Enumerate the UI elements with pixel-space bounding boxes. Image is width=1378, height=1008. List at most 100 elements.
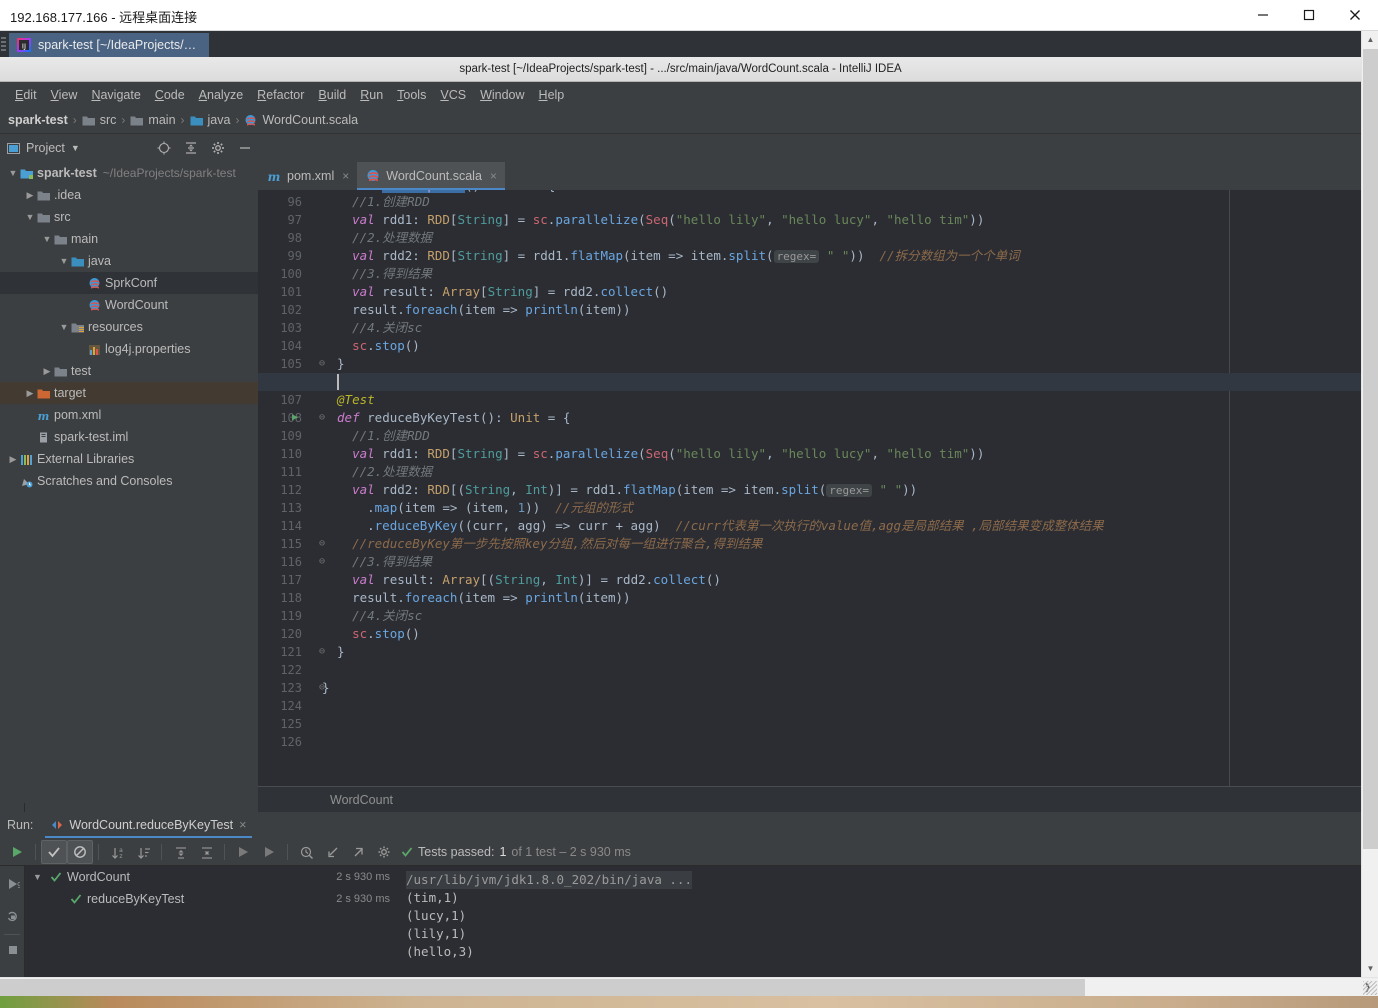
breadcrumb-java[interactable]: java: [186, 111, 235, 129]
sort-by-duration-button[interactable]: [130, 840, 156, 864]
scroll-up-arrow[interactable]: ▲: [1362, 31, 1378, 48]
line-number[interactable]: 116: [258, 553, 302, 571]
line-number[interactable]: 114: [258, 517, 302, 535]
code-line-104[interactable]: sc.stop(): [352, 337, 420, 355]
editor-tab-pom-xml[interactable]: m pom.xml ×: [258, 162, 357, 190]
code-line-117[interactable]: val result: Array[(String, Int)] = rdd2.…: [352, 571, 721, 589]
code-line-96[interactable]: //1.创建RDD: [352, 193, 430, 211]
vertical-scrollbar-thumb[interactable]: [1363, 49, 1378, 849]
code-line-107[interactable]: @Test: [337, 391, 375, 409]
twisty-collapsed-icon[interactable]: ▶: [40, 366, 54, 377]
tree-item-scratches-and-consoles[interactable]: Scratches and Consoles: [0, 470, 258, 492]
track-running-test-button[interactable]: [293, 840, 319, 864]
menu-navigate[interactable]: Navigate: [84, 85, 147, 105]
menu-analyze[interactable]: Analyze: [192, 85, 250, 105]
line-number[interactable]: 107: [258, 391, 302, 409]
code-line-110[interactable]: val rdd1: RDD[String] = sc.parallelize(S…: [352, 445, 984, 463]
rerun-icon[interactable]: 9: [3, 874, 23, 894]
twisty-expanded-icon[interactable]: ▼: [23, 212, 37, 222]
line-number[interactable]: 117: [258, 571, 302, 589]
menu-code[interactable]: Code: [148, 85, 192, 105]
show-ignored-button[interactable]: [67, 839, 93, 864]
test-row-reducebykeytest[interactable]: reduceByKeyTest 2 s 930 ms: [25, 888, 398, 910]
line-number[interactable]: 121: [258, 643, 302, 661]
maximize-button[interactable]: [1286, 0, 1332, 30]
line-number[interactable]: 100: [258, 265, 302, 283]
code-line-97[interactable]: val rdd1: RDD[String] = sc.parallelize(S…: [352, 211, 984, 229]
code-line-119[interactable]: //4.关闭sc: [352, 607, 422, 625]
editor-tab-close-icon[interactable]: ×: [490, 169, 497, 183]
horizontal-scrollbar[interactable]: ❯: [0, 977, 1378, 996]
line-number[interactable]: 126: [258, 733, 302, 751]
export-tests-button[interactable]: [345, 840, 371, 864]
gear-icon[interactable]: [211, 141, 225, 155]
twisty-collapsed-icon[interactable]: ▶: [23, 190, 37, 201]
breadcrumb-main[interactable]: main: [126, 111, 179, 129]
expand-all-button[interactable]: [167, 840, 193, 864]
line-number[interactable]: 125: [258, 715, 302, 733]
line-number[interactable]: 123: [258, 679, 302, 697]
code-line-99[interactable]: val rdd2: RDD[String] = rdd1.flatMap(ite…: [352, 247, 1020, 265]
code-line-120[interactable]: sc.stop(): [352, 625, 420, 643]
editor-gutter[interactable]: 96979899100101102103104105106107108▶1091…: [258, 190, 322, 786]
import-tests-button[interactable]: [319, 840, 345, 864]
test-settings-button[interactable]: [371, 840, 397, 864]
code-line-105[interactable]: }: [337, 355, 345, 373]
code-line-101[interactable]: val result: Array[String] = rdd2.collect…: [352, 283, 668, 301]
line-number[interactable]: 97: [258, 211, 302, 229]
twisty-expanded-icon[interactable]: ▼: [33, 872, 45, 882]
code-line-114[interactable]: .reduceByKey((curr, agg) => curr + agg) …: [367, 517, 1104, 535]
run-console-output[interactable]: /usr/lib/jvm/jdk1.8.0_202/bin/java ... (t…: [398, 866, 1361, 977]
collapse-all-icon[interactable]: [184, 141, 198, 155]
minimize-button[interactable]: [1240, 0, 1286, 30]
line-number[interactable]: 98: [258, 229, 302, 247]
horizontal-scrollbar-thumb[interactable]: [0, 979, 1085, 996]
menu-edit[interactable]: Edit: [8, 85, 44, 105]
tree-item-spark-test[interactable]: ▼ spark-test ~/IdeaProjects/spark-test: [0, 162, 258, 184]
editor-tab-wordcount-scala[interactable]: WordCount.scala ×: [357, 162, 505, 190]
run-tab-wordcount-reducebykeytest[interactable]: WordCount.reduceByKeyTest ×: [45, 812, 253, 838]
breadcrumb-src[interactable]: src: [78, 111, 121, 129]
line-number[interactable]: 110: [258, 445, 302, 463]
line-number[interactable]: 120: [258, 625, 302, 643]
menu-build[interactable]: Build: [311, 85, 353, 105]
line-number[interactable]: 111: [258, 463, 302, 481]
code-text-area[interactable]: def flatMapTest(): Unit = {//1.创建RDDval …: [258, 190, 1361, 786]
twisty-expanded-icon[interactable]: ▼: [57, 256, 71, 266]
run-tab-close-icon[interactable]: ×: [239, 818, 246, 832]
editor-tab-close-icon[interactable]: ×: [342, 169, 349, 183]
line-number[interactable]: 112: [258, 481, 302, 499]
tree-item-sprkconf[interactable]: SprkConf: [0, 272, 258, 294]
twisty-expanded-icon[interactable]: ▼: [40, 234, 54, 244]
collapse-all-button[interactable]: [193, 840, 219, 864]
code-line-113[interactable]: .map(item => (item, 1)) //元组的形式: [367, 499, 633, 517]
code-line-111[interactable]: //2.处理数据: [352, 463, 432, 481]
twisty-expanded-icon[interactable]: ▼: [57, 322, 71, 332]
tree-item-spark-test-iml[interactable]: spark-test.iml: [0, 426, 258, 448]
hide-window-icon[interactable]: [238, 141, 252, 155]
menu-window[interactable]: Window: [473, 85, 531, 105]
locate-icon[interactable]: [157, 141, 171, 155]
code-line-121[interactable]: }: [337, 643, 345, 661]
tree-item-java[interactable]: ▼ java: [0, 250, 258, 272]
menu-refactor[interactable]: Refactor: [250, 85, 311, 105]
project-tree[interactable]: ▼ spark-test ~/IdeaProjects/spark-test ▶ .id…: [0, 162, 258, 803]
line-number[interactable]: 103: [258, 319, 302, 337]
line-number[interactable]: 101: [258, 283, 302, 301]
tree-item-test[interactable]: ▶ test: [0, 360, 258, 382]
breadcrumb-spark-test[interactable]: spark-test: [4, 111, 72, 129]
line-number[interactable]: 99: [258, 247, 302, 265]
app-tab-spark-test[interactable]: IJ spark-test [~/IdeaProjects/sp...: [9, 33, 209, 57]
code-editor[interactable]: 96979899100101102103104105106107108▶1091…: [258, 190, 1361, 786]
code-line-123[interactable]: }: [322, 679, 330, 697]
test-results-tree[interactable]: ▼ WordCount 2 s 930 ms reduceByKeyTest 2 s 9…: [25, 866, 398, 977]
code-line-100[interactable]: //3.得到结果: [352, 265, 432, 283]
run-test-gutter-icon[interactable]: ▶: [292, 409, 304, 427]
scroll-down-arrow[interactable]: ▼: [1362, 960, 1378, 977]
line-number[interactable]: 104: [258, 337, 302, 355]
code-line-109[interactable]: //1.创建RDD: [352, 427, 430, 445]
tree-item-wordcount[interactable]: WordCount: [0, 294, 258, 316]
line-number[interactable]: 119: [258, 607, 302, 625]
line-number[interactable]: 122: [258, 661, 302, 679]
menu-vcs[interactable]: VCS: [433, 85, 473, 105]
